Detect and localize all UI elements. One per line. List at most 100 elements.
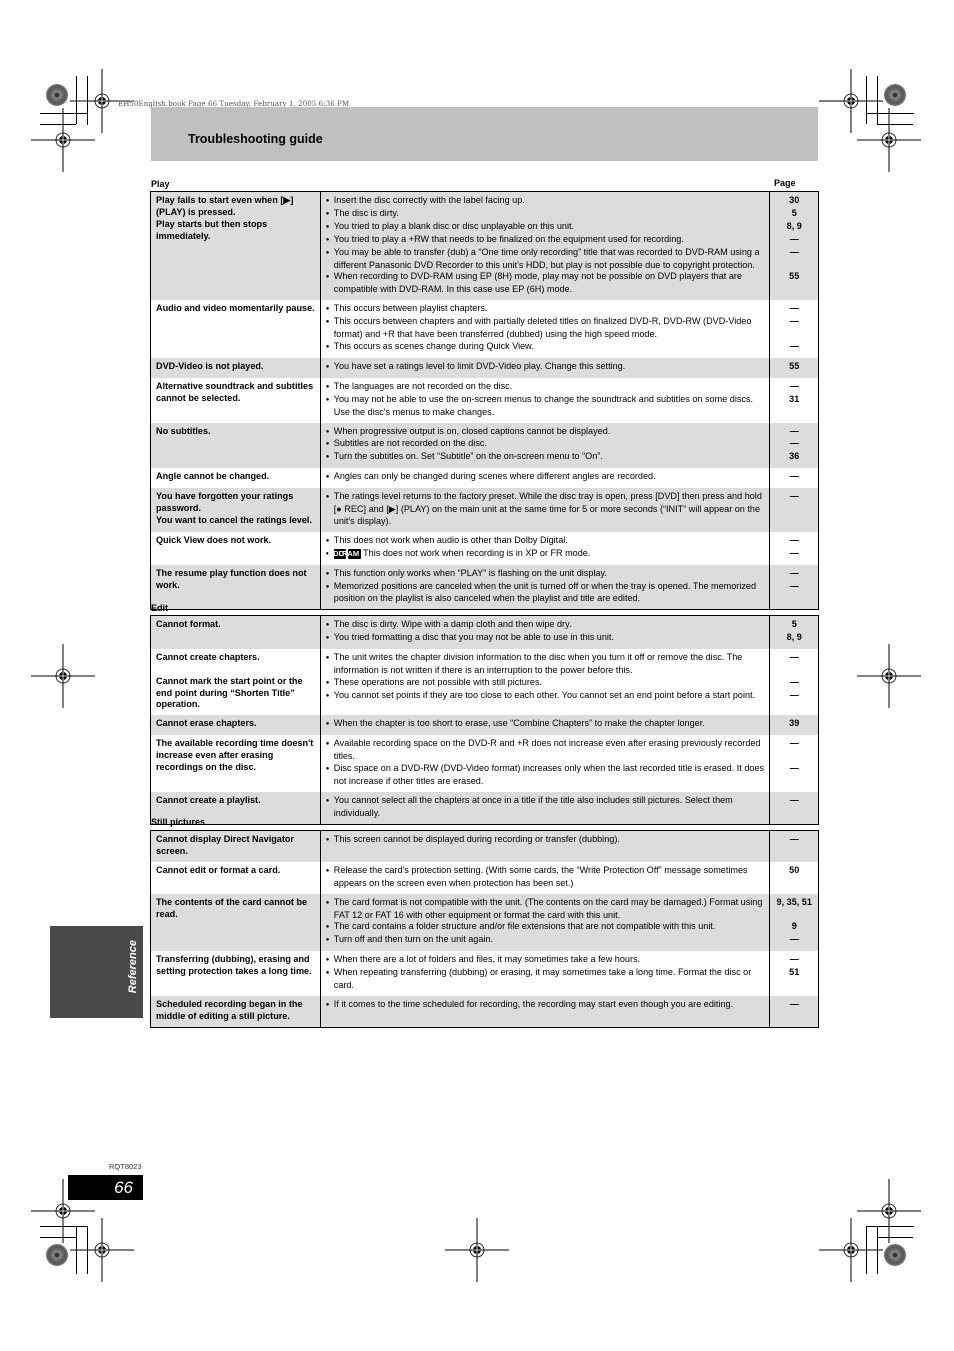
page-reference-cell: — 51 <box>770 951 819 996</box>
solution-item: The card format is not compatible with t… <box>326 897 765 922</box>
solution-item: The disc is dirty. <box>326 208 765 221</box>
solution-item: Subtitles are not recorded on the disc. <box>326 438 765 451</box>
side-tab-label: Reference <box>127 940 139 994</box>
solution-text: You tried to play a +RW that needs to be… <box>333 233 684 244</box>
crop-mark-line <box>40 1237 76 1238</box>
solution-cell: The ratings level returns to the factory… <box>320 488 771 532</box>
page-reference: — <box>789 580 799 591</box>
page-reference-cell: — — <box>770 532 819 565</box>
solution-text: You tried formatting a disc that you may… <box>333 631 614 642</box>
solution-item: When recording to DVD-RAM using EP (8H) … <box>326 271 765 296</box>
page-reference: 55 <box>789 271 800 282</box>
solution-cell: Insert the disc correctly with the label… <box>320 191 771 301</box>
solution-text: When recording to DVD-RAM using EP (8H) … <box>333 271 742 295</box>
problem-cell: Angle cannot be changed. <box>150 468 321 489</box>
registration-mark-icon <box>445 1218 509 1282</box>
solution-text: The disc is dirty. <box>333 207 399 218</box>
crop-mark-line <box>40 124 76 125</box>
solution-item: This occurs as scenes change during Quic… <box>326 341 765 354</box>
table-row: DVD-Video is not played. You have set a r… <box>150 357 819 378</box>
table-row: Play fails to start even when [▶] (PLAY)… <box>150 191 819 301</box>
section-label-play: Play <box>151 179 170 189</box>
page-reference: — <box>789 547 799 558</box>
page-reference: 9 <box>791 921 797 932</box>
page-reference-cell: 39 <box>769 715 819 736</box>
problem-cell: The contents of the card cannot be read. <box>150 893 321 952</box>
page-reference: — <box>789 303 799 314</box>
solution-cell: You cannot select all the chapters at on… <box>320 791 771 825</box>
solution-cell: You have set a ratings level to limit DV… <box>320 357 771 378</box>
page-reference-cell: — <box>769 488 819 532</box>
page-reference: — <box>789 998 799 1009</box>
page-reference-cell: — 31 <box>770 378 819 423</box>
solution-item: This occurs between playlist chapters. <box>326 303 765 316</box>
problem-cell: Cannot create chapters. Cannot mark the s… <box>150 648 321 716</box>
solution-text: Angles can only be changed during scenes… <box>333 471 656 482</box>
problem-text: Cannot create a playlist. <box>156 794 261 805</box>
page-reference: — <box>789 651 799 662</box>
solution-text: This function only works when “PLAY” is … <box>333 567 607 578</box>
crop-mark-line <box>877 76 878 125</box>
page-reference: 8, 9 <box>786 220 802 231</box>
table-row: Cannot erase chapters. When the chapter i… <box>150 715 819 736</box>
problem-text: No subtitles. <box>156 425 211 436</box>
page-reference: — <box>789 567 799 578</box>
solution-item: Insert the disc correctly with the label… <box>326 195 765 208</box>
problem-text: Play fails to start even when [▶] (PLAY)… <box>156 195 294 217</box>
problem-text: The contents of the card cannot be read. <box>156 896 308 919</box>
section-label-edit: Edit <box>151 603 168 613</box>
solution-item: When repeating transferring (dubbing) or… <box>326 967 765 992</box>
page-reference: — <box>789 763 799 774</box>
page-reference: — <box>789 954 799 965</box>
solution-cell: The disc is dirty. Wipe with a damp clot… <box>320 615 771 649</box>
page-reference: 55 <box>789 360 800 371</box>
page-reference: — <box>789 689 799 700</box>
problem-text: The resume play function does not work. <box>156 567 307 590</box>
solution-text: If it comes to the time scheduled for re… <box>333 998 734 1009</box>
problem-text: Cannot format. <box>156 619 221 629</box>
page-number: 66 <box>114 1178 133 1197</box>
problem-text: The available recording time doesn't inc… <box>156 738 314 773</box>
solution-cell: The card format is not compatible with t… <box>320 893 771 952</box>
solution-item: You may not be able to use the on-screen… <box>326 394 765 419</box>
page-reference: — <box>789 233 799 244</box>
page-reference: 39 <box>789 718 800 729</box>
problem-cell: The resume play function does not work. <box>150 564 321 610</box>
solution-text: This occurs as scenes change during Quic… <box>333 340 534 351</box>
registration-mark-icon <box>31 644 95 708</box>
solution-text: This occurs between playlist chapters. <box>333 303 488 314</box>
problem-text: Audio and video momentarily pause. <box>156 303 315 314</box>
solution-text: The card contains a folder structure and… <box>333 921 716 932</box>
solution-item: The languages are not recorded on the di… <box>326 381 765 394</box>
solution-text: Turn off and then turn on the unit again… <box>333 934 494 945</box>
media-badge: RAM <box>342 548 362 559</box>
solution-item: Disc space on a DVD-RW (DVD-Video format… <box>326 763 765 788</box>
solution-item: The ratings level returns to the factory… <box>326 491 765 528</box>
problem-text: Cannot display Direct Navigator screen. <box>156 834 294 856</box>
problem-cell: Scheduled recording began in the middle … <box>150 995 321 1028</box>
problem-text <box>156 664 315 676</box>
table-row: The available recording time doesn't inc… <box>150 735 819 792</box>
solution-cell: This screen cannot be displayed during r… <box>320 830 771 862</box>
solution-item: Turn the subtitles on. Set “Subtitle” on… <box>326 451 765 464</box>
solution-cell: When there are a lot of folders and file… <box>320 951 771 996</box>
page-reference: — <box>789 834 799 844</box>
solution-item: The unit writes the chapter division inf… <box>326 652 765 677</box>
problem-cell: Audio and video momentarily pause. <box>150 300 321 358</box>
page-reference: 30 <box>789 195 800 205</box>
solution-cell: Available recording space on the DVD-R a… <box>320 735 771 792</box>
page-reference: — <box>789 491 799 502</box>
solution-cell: Angles can only be changed during scenes… <box>320 468 771 489</box>
solution-text: Subtitles are not recorded on the disc. <box>333 438 487 449</box>
registration-mark-icon <box>70 1218 134 1282</box>
table-row: Quick View does not work. This does not w… <box>150 531 819 565</box>
page-reference-cell: — — <box>769 564 819 610</box>
solution-item: Angles can only be changed during scenes… <box>326 471 765 484</box>
page-reference-cell: — — — <box>770 300 819 358</box>
page-reference: — <box>789 471 799 482</box>
table-row: Angle cannot be changed. Angles can only … <box>150 468 819 489</box>
solution-cell: This occurs between playlist chapters. Th… <box>320 300 771 358</box>
problem-text: Scheduled recording began in the middle … <box>156 998 303 1021</box>
solution-text: This screen cannot be displayed during r… <box>333 834 620 844</box>
crop-mark-line <box>40 113 88 114</box>
